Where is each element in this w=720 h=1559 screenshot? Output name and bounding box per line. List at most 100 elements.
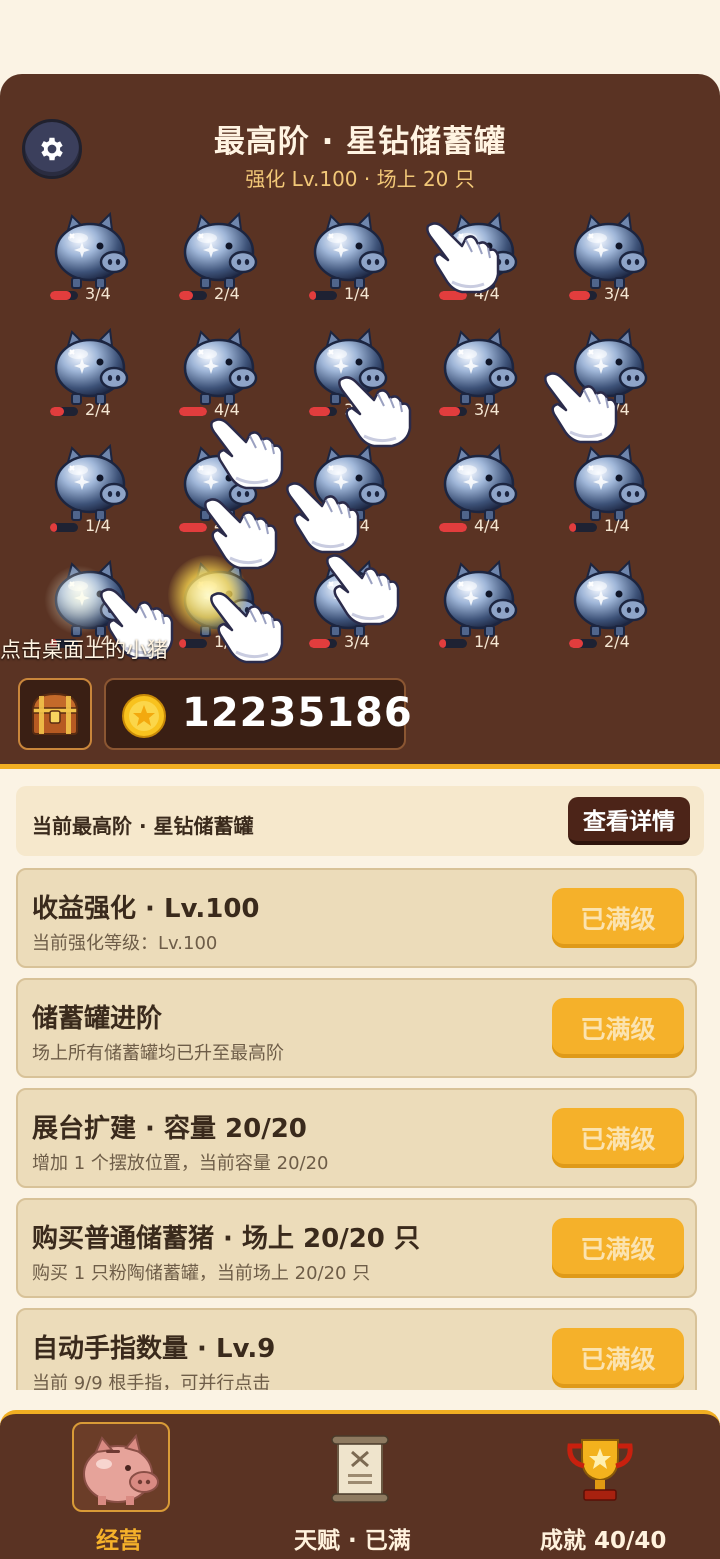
piggy-bank[interactable]: 1/4 — [567, 444, 667, 554]
piggy-bank-icon — [54, 444, 129, 521]
pig-progress-fill — [309, 407, 330, 416]
pig-progress-fill — [179, 523, 207, 532]
piggy-bank-icon — [443, 444, 518, 521]
piggy-bank-icon — [573, 444, 648, 521]
upgrade-maxed-button[interactable]: 已满级 — [552, 1328, 684, 1388]
upgrade-list[interactable]: 收益强化 · Lv.100 当前强化等级：Lv.100 已满级 储蓄罐进阶 场上… — [0, 866, 720, 1390]
nav-tab-business[interactable]: 经营 — [0, 1414, 240, 1559]
piggy-bank[interactable]: 4/4 — [437, 444, 537, 554]
pig-progress-bar — [309, 407, 337, 416]
upgrade-card-tier: 储蓄罐进阶 场上所有储蓄罐均已升至最高阶 已满级 — [16, 978, 697, 1078]
current-tier-card: 当前最高阶 · 星钻储蓄罐 查看详情 — [16, 786, 704, 856]
pig-count: 1/4 — [214, 632, 240, 651]
board-divider — [0, 764, 720, 769]
piggy-bank[interactable]: 4/4 — [177, 328, 277, 438]
upgrade-maxed-button[interactable]: 已满级 — [552, 998, 684, 1058]
pig-count: 4/4 — [474, 516, 500, 535]
upgrade-card-income: 收益强化 · Lv.100 当前强化等级：Lv.100 已满级 — [16, 868, 697, 968]
piggy-bank[interactable]: 1/4 — [48, 444, 148, 554]
tap-glow — [44, 565, 114, 635]
upgrade-desc: 购买 1 只粉陶储蓄罐，当前场上 20/20 只 — [32, 1263, 371, 1284]
piggy-bank[interactable]: 3/4 — [48, 212, 148, 322]
piggy-bank[interactable]: 1/4 — [437, 560, 537, 670]
settings-button[interactable] — [22, 119, 82, 179]
upgrade-desc: 增加 1 个摆放位置，当前容量 20/20 — [32, 1153, 329, 1174]
current-tier-label: 当前最高阶 · 星钻储蓄罐 — [32, 814, 254, 838]
pig-progress-bar — [50, 291, 78, 300]
pig-progress-fill — [309, 523, 337, 532]
pig-count: 2/4 — [214, 284, 240, 303]
gear-icon — [41, 137, 63, 161]
nav-label-talent: 天赋 · 已满 — [294, 1528, 411, 1554]
view-details-button[interactable]: 查看详情 — [568, 797, 690, 845]
tap-glow — [168, 555, 248, 635]
piggy-bank[interactable]: 3/4 — [307, 560, 407, 670]
pig-count: 4/4 — [474, 284, 500, 303]
piggy-bank[interactable]: 1/4 — [307, 212, 407, 322]
pig-progress-fill — [50, 523, 57, 532]
pig-progress-bar — [50, 407, 78, 416]
upgrade-title: 展台扩建 · 容量 20/20 — [32, 1114, 307, 1144]
upgrade-maxed-button[interactable]: 已满级 — [552, 1218, 684, 1278]
pig-progress-fill — [439, 523, 467, 532]
piggy-bank[interactable]: 2/4 — [567, 328, 667, 438]
pig-progress-bar — [179, 291, 207, 300]
upgrade-card-auto-finger: 自动手指数量 · Lv.9 当前 9/9 根手指，可并行点击 已满级 — [16, 1308, 697, 1390]
pig-progress-fill — [179, 639, 186, 648]
pig-count: 3/4 — [344, 400, 370, 419]
piggy-bank[interactable]: 2/4 — [567, 560, 667, 670]
nav-label-business: 经营 — [96, 1528, 142, 1554]
nav-tab-talent[interactable]: 天赋 · 已满 — [240, 1414, 480, 1559]
piggy-bank[interactable]: 2/4 — [48, 328, 148, 438]
piggy-bank-icon — [183, 212, 258, 289]
treasure-chest-button[interactable] — [18, 678, 92, 750]
pig-count: 2/4 — [604, 400, 630, 419]
piggy-bank[interactable]: 3/4 — [567, 212, 667, 322]
pig-count: 1/4 — [85, 516, 111, 535]
coin-counter: 12235186 — [104, 678, 412, 750]
upgrade-maxed-button[interactable]: 已满级 — [552, 1108, 684, 1168]
piggy-bank[interactable]: 2/4 — [177, 212, 277, 322]
upgrade-desc: 当前强化等级：Lv.100 — [32, 933, 218, 954]
pig-progress-bar — [439, 639, 467, 648]
piggy-bank-icon — [313, 212, 388, 289]
bottom-nav: 经营 天赋 · 已满 成就 40/40 — [0, 1410, 720, 1559]
upgrade-maxed-button[interactable]: 已满级 — [552, 888, 684, 948]
pig-progress-fill — [179, 291, 193, 300]
scroll-icon — [331, 1435, 389, 1503]
piggy-bank[interactable]: 4/4 — [307, 444, 407, 554]
treasure-chest-icon — [31, 692, 79, 735]
pig-progress-bar — [179, 523, 207, 532]
pig-count: 3/4 — [85, 284, 111, 303]
upgrade-title: 储蓄罐进阶 — [32, 1004, 163, 1034]
pig-count: 1/4 — [344, 284, 370, 303]
star-coin-icon — [122, 694, 166, 738]
upgrade-card-buy-pig: 购买普通储蓄猪 · 场上 20/20 只 购买 1 只粉陶储蓄罐，当前场上 20… — [16, 1198, 697, 1298]
pig-progress-fill — [439, 291, 467, 300]
piggy-bank-icon — [573, 212, 648, 289]
upgrade-card-capacity: 展台扩建 · 容量 20/20 增加 1 个摆放位置，当前容量 20/20 已满… — [16, 1088, 697, 1188]
piggy-bank[interactable]: 4/4 — [177, 444, 277, 554]
pig-progress-fill — [569, 291, 590, 300]
piggy-bank[interactable]: 4/4 — [437, 212, 537, 322]
upgrade-title: 购买普通储蓄猪 · 场上 20/20 只 — [32, 1224, 420, 1254]
pig-progress-bar — [569, 407, 597, 416]
piggy-bank-icon — [313, 444, 388, 521]
pig-progress-fill — [179, 407, 207, 416]
pig-count: 1/4 — [474, 632, 500, 651]
pig-progress-bar — [50, 523, 78, 532]
pig-progress-fill — [309, 639, 330, 648]
page-subtitle: 强化 Lv.100 · 场上 20 只 — [245, 167, 475, 191]
pig-count: 3/4 — [474, 400, 500, 419]
piggy-bank-icon — [573, 328, 648, 405]
piggy-bank[interactable]: 3/4 — [307, 328, 407, 438]
nav-tab-achievement[interactable]: 成就 40/40 — [480, 1414, 720, 1559]
pig-progress-fill — [309, 291, 316, 300]
pig-progress-bar — [309, 639, 337, 648]
pig-progress-fill — [50, 291, 71, 300]
pig-count: 2/4 — [85, 400, 111, 419]
pig-count: 3/4 — [344, 632, 370, 651]
pig-progress-bar — [569, 523, 597, 532]
piggy-bank[interactable]: 3/4 — [437, 328, 537, 438]
pig-count: 3/4 — [604, 284, 630, 303]
